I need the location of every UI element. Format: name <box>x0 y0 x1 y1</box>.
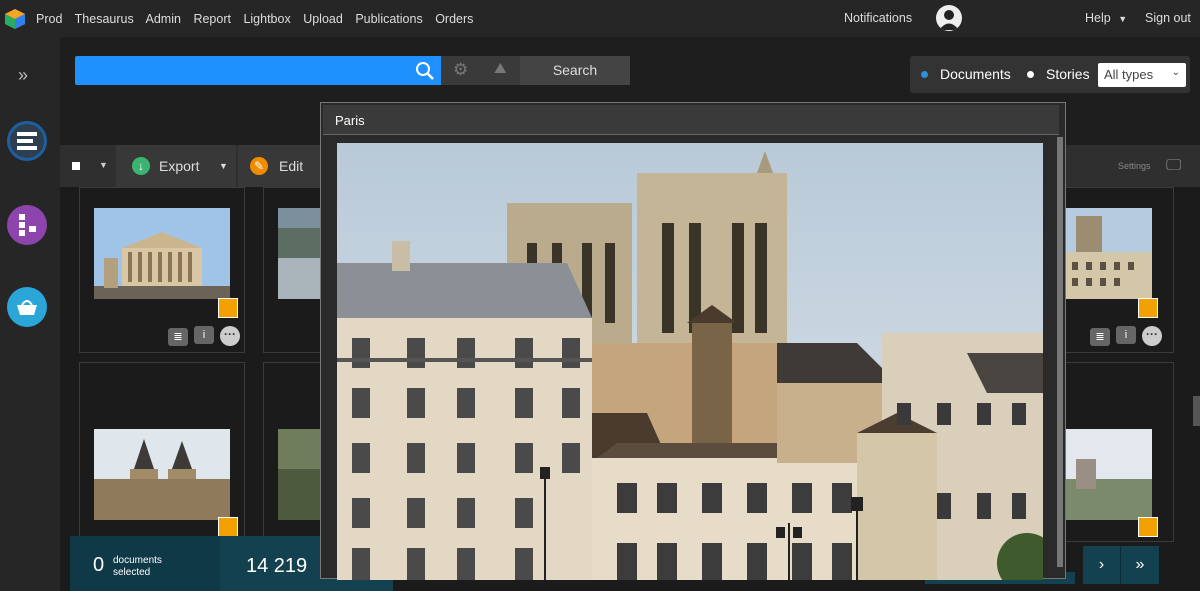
result-card[interactable]: ≣ i ··· <box>1064 187 1174 353</box>
selected-count: 0 <box>93 554 105 576</box>
app-logo-icon[interactable] <box>4 8 26 30</box>
export-label: Export <box>159 158 200 174</box>
more-options-icon[interactable]: ··· <box>1142 326 1162 346</box>
help-label: Help <box>1085 11 1111 25</box>
help-menu[interactable]: Help ▼ <box>1085 11 1127 25</box>
main-nav: Prod Thesaurus Admin Report Lightbox Upl… <box>36 12 482 26</box>
workzone-icon[interactable] <box>7 121 47 161</box>
selected-label-line1: documents <box>113 555 162 566</box>
preview-photo <box>337 143 1043 580</box>
select-all-checkbox[interactable] <box>72 162 80 170</box>
preview-title: Paris <box>323 105 1059 135</box>
preview-popup: Paris <box>320 102 1066 580</box>
selected-label-line2: selected <box>113 567 151 578</box>
grid-scrollbar[interactable] <box>1193 396 1200 426</box>
more-options-icon[interactable]: ··· <box>220 326 240 346</box>
expand-sidebar-icon[interactable]: » <box>18 65 28 86</box>
image-type-badge-icon <box>218 298 238 318</box>
nav-upload[interactable]: Upload <box>303 12 343 26</box>
search-icon <box>416 62 434 80</box>
image-type-badge-icon <box>1138 517 1158 537</box>
preview-image <box>337 143 1043 580</box>
settings-label: Settings <box>1118 161 1151 171</box>
chevron-down-icon: ⌄ <box>1171 67 1180 78</box>
nav-report[interactable]: Report <box>193 12 231 26</box>
edit-button[interactable]: ✎ Edit <box>238 145 320 187</box>
stories-radio[interactable] <box>1027 71 1034 78</box>
search-button[interactable]: Search <box>520 56 630 85</box>
edit-icon: ✎ <box>250 157 268 175</box>
user-avatar[interactable] <box>936 5 962 31</box>
geo-search-icon[interactable]: ⛰ <box>494 60 507 77</box>
selection-counter: 0 documents selected <box>70 536 220 591</box>
nav-thesaurus[interactable]: Thesaurus <box>75 12 134 26</box>
sign-out-link[interactable]: Sign out <box>1145 11 1191 25</box>
thesaurus-icon[interactable] <box>7 205 47 245</box>
result-card[interactable] <box>79 362 245 542</box>
result-card[interactable] <box>263 187 323 353</box>
monitor-icon: 🖵 <box>1166 157 1182 174</box>
search-input[interactable] <box>75 56 441 85</box>
type-select[interactable]: All types ⌄ <box>1098 63 1186 87</box>
list-icon[interactable]: ≣ <box>1090 328 1110 346</box>
left-sidebar: » <box>0 37 60 591</box>
result-card[interactable]: ≣ i ··· <box>79 187 245 353</box>
basket-icon[interactable] <box>7 287 47 327</box>
nav-publications[interactable]: Publications <box>355 12 422 26</box>
nav-lightbox[interactable]: Lightbox <box>243 12 290 26</box>
thumbnail-image[interactable] <box>1066 208 1152 299</box>
download-icon: ↓ <box>132 157 150 175</box>
image-type-badge-icon <box>1138 298 1158 318</box>
list-icon[interactable]: ≣ <box>168 328 188 346</box>
top-navigation-bar: Prod Thesaurus Admin Report Lightbox Upl… <box>0 0 1200 37</box>
thumbnail-image[interactable] <box>94 429 230 520</box>
thumbnail-image[interactable] <box>1066 429 1152 520</box>
next-page-icon[interactable]: › <box>1083 546 1121 584</box>
select-menu-chevron-icon[interactable]: ▼ <box>99 160 108 170</box>
user-icon <box>939 10 959 30</box>
result-card[interactable] <box>1064 362 1174 542</box>
gear-icon[interactable]: ⚙ <box>453 60 468 80</box>
documents-radio[interactable] <box>921 71 928 78</box>
thumbnail-image[interactable] <box>278 429 320 520</box>
chevron-down-icon: ▼ <box>1118 14 1128 24</box>
documents-label[interactable]: Documents <box>940 66 1011 82</box>
type-select-value: All types <box>1104 67 1154 82</box>
stories-label[interactable]: Stories <box>1046 66 1090 82</box>
nav-admin[interactable]: Admin <box>146 12 181 26</box>
last-page-icon[interactable]: » <box>1121 546 1159 584</box>
nav-prod[interactable]: Prod <box>36 12 62 26</box>
notifications-link[interactable]: Notifications <box>844 11 912 25</box>
pagination: › » <box>1083 546 1159 584</box>
nav-orders[interactable]: Orders <box>435 12 473 26</box>
total-count: 14 219 <box>246 555 308 577</box>
export-button[interactable]: ↓ Export ▼ <box>116 145 236 187</box>
edit-label: Edit <box>279 158 304 174</box>
info-icon[interactable]: i <box>1116 326 1136 344</box>
image-type-badge-icon <box>218 517 238 537</box>
thumbnail-image[interactable] <box>278 208 320 299</box>
info-icon[interactable]: i <box>194 326 214 344</box>
preview-scrollbar[interactable] <box>1057 137 1063 567</box>
thumbnail-image[interactable] <box>94 208 230 299</box>
settings-button[interactable]: Settings 🖵 <box>1102 145 1200 187</box>
result-card[interactable] <box>263 362 323 542</box>
chevron-down-icon: ▼ <box>219 161 228 171</box>
